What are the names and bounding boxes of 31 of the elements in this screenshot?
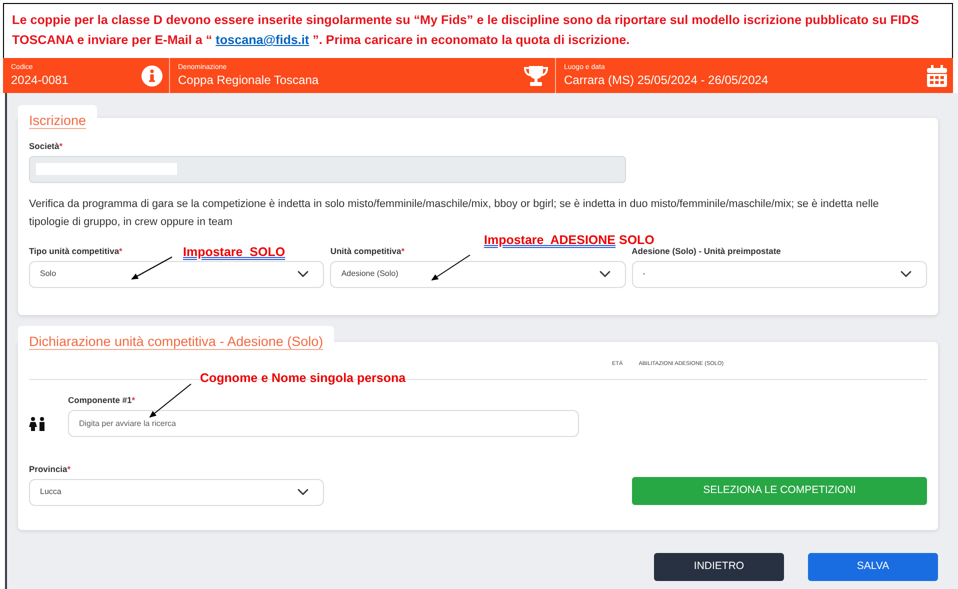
email-link[interactable]: toscana@fids.it [216, 33, 310, 47]
save-button[interactable]: SALVA [808, 553, 938, 581]
field-label: Società* [29, 140, 63, 153]
field-value: Coppa Regionale Toscana [178, 72, 319, 88]
select-field[interactable]: Solo [29, 260, 324, 288]
field-value: Carrara (MS) 25/05/2024 - 26/05/2024 [564, 72, 768, 88]
select-field[interactable]: Adesione (Solo) [330, 260, 626, 288]
annotation-text: Cognome e Nome singola persona [200, 370, 406, 386]
section-title: Dichiarazione unità competitiva - Adesione (Solo) [29, 334, 324, 349]
field-label: Unità competitiva* [330, 244, 404, 258]
annotation-text: Impostare SOLO [183, 244, 286, 260]
people-icon [29, 416, 46, 431]
section-title: Iscrizione [29, 113, 86, 128]
info-icon [141, 64, 163, 86]
annotation-arrow [431, 254, 470, 281]
back-button[interactable]: INDIETRO [654, 553, 784, 581]
field-label: Provincia* [29, 462, 71, 476]
input-field[interactable]: Digita per avviare la ricerca [68, 410, 579, 437]
calendar-icon [927, 64, 947, 86]
notice-text: Le coppie per la classe D devono essere inserite singolarmente su “My Fids” e le discipline sono da riportare sul modello iscrizione pubblicato su FIDS TOSCANA e inviare per E-Mail a “ toscana@fids.it ”. Prima caricare in economato la quota di iscrizione. [12, 12, 920, 49]
annotation-text: Impostare ADESIONE SOLO [484, 232, 654, 248]
select-field[interactable]: - [632, 260, 927, 288]
select-field[interactable]: Lucca [29, 478, 324, 506]
field-value: 2024-0081 [11, 72, 68, 88]
annotation-arrow [131, 256, 172, 280]
field-label: Tipo unità competitiva* [29, 244, 122, 258]
field-label: Componente #1* [68, 394, 136, 407]
field-label: Adesione (Solo) - Unità preimpostate [632, 244, 781, 258]
trophy-icon [523, 64, 549, 86]
help-text: Verifica da programma di gara se la competizione è indetta in solo misto/femminile/maschile/mix, bboy or bgirl; se è indetta in duo misto/femminile/maschile/mix; se è indetta nelle tipologie di gruppo, in crew oppure in team [29, 196, 880, 230]
annotation-arrow [149, 384, 192, 418]
